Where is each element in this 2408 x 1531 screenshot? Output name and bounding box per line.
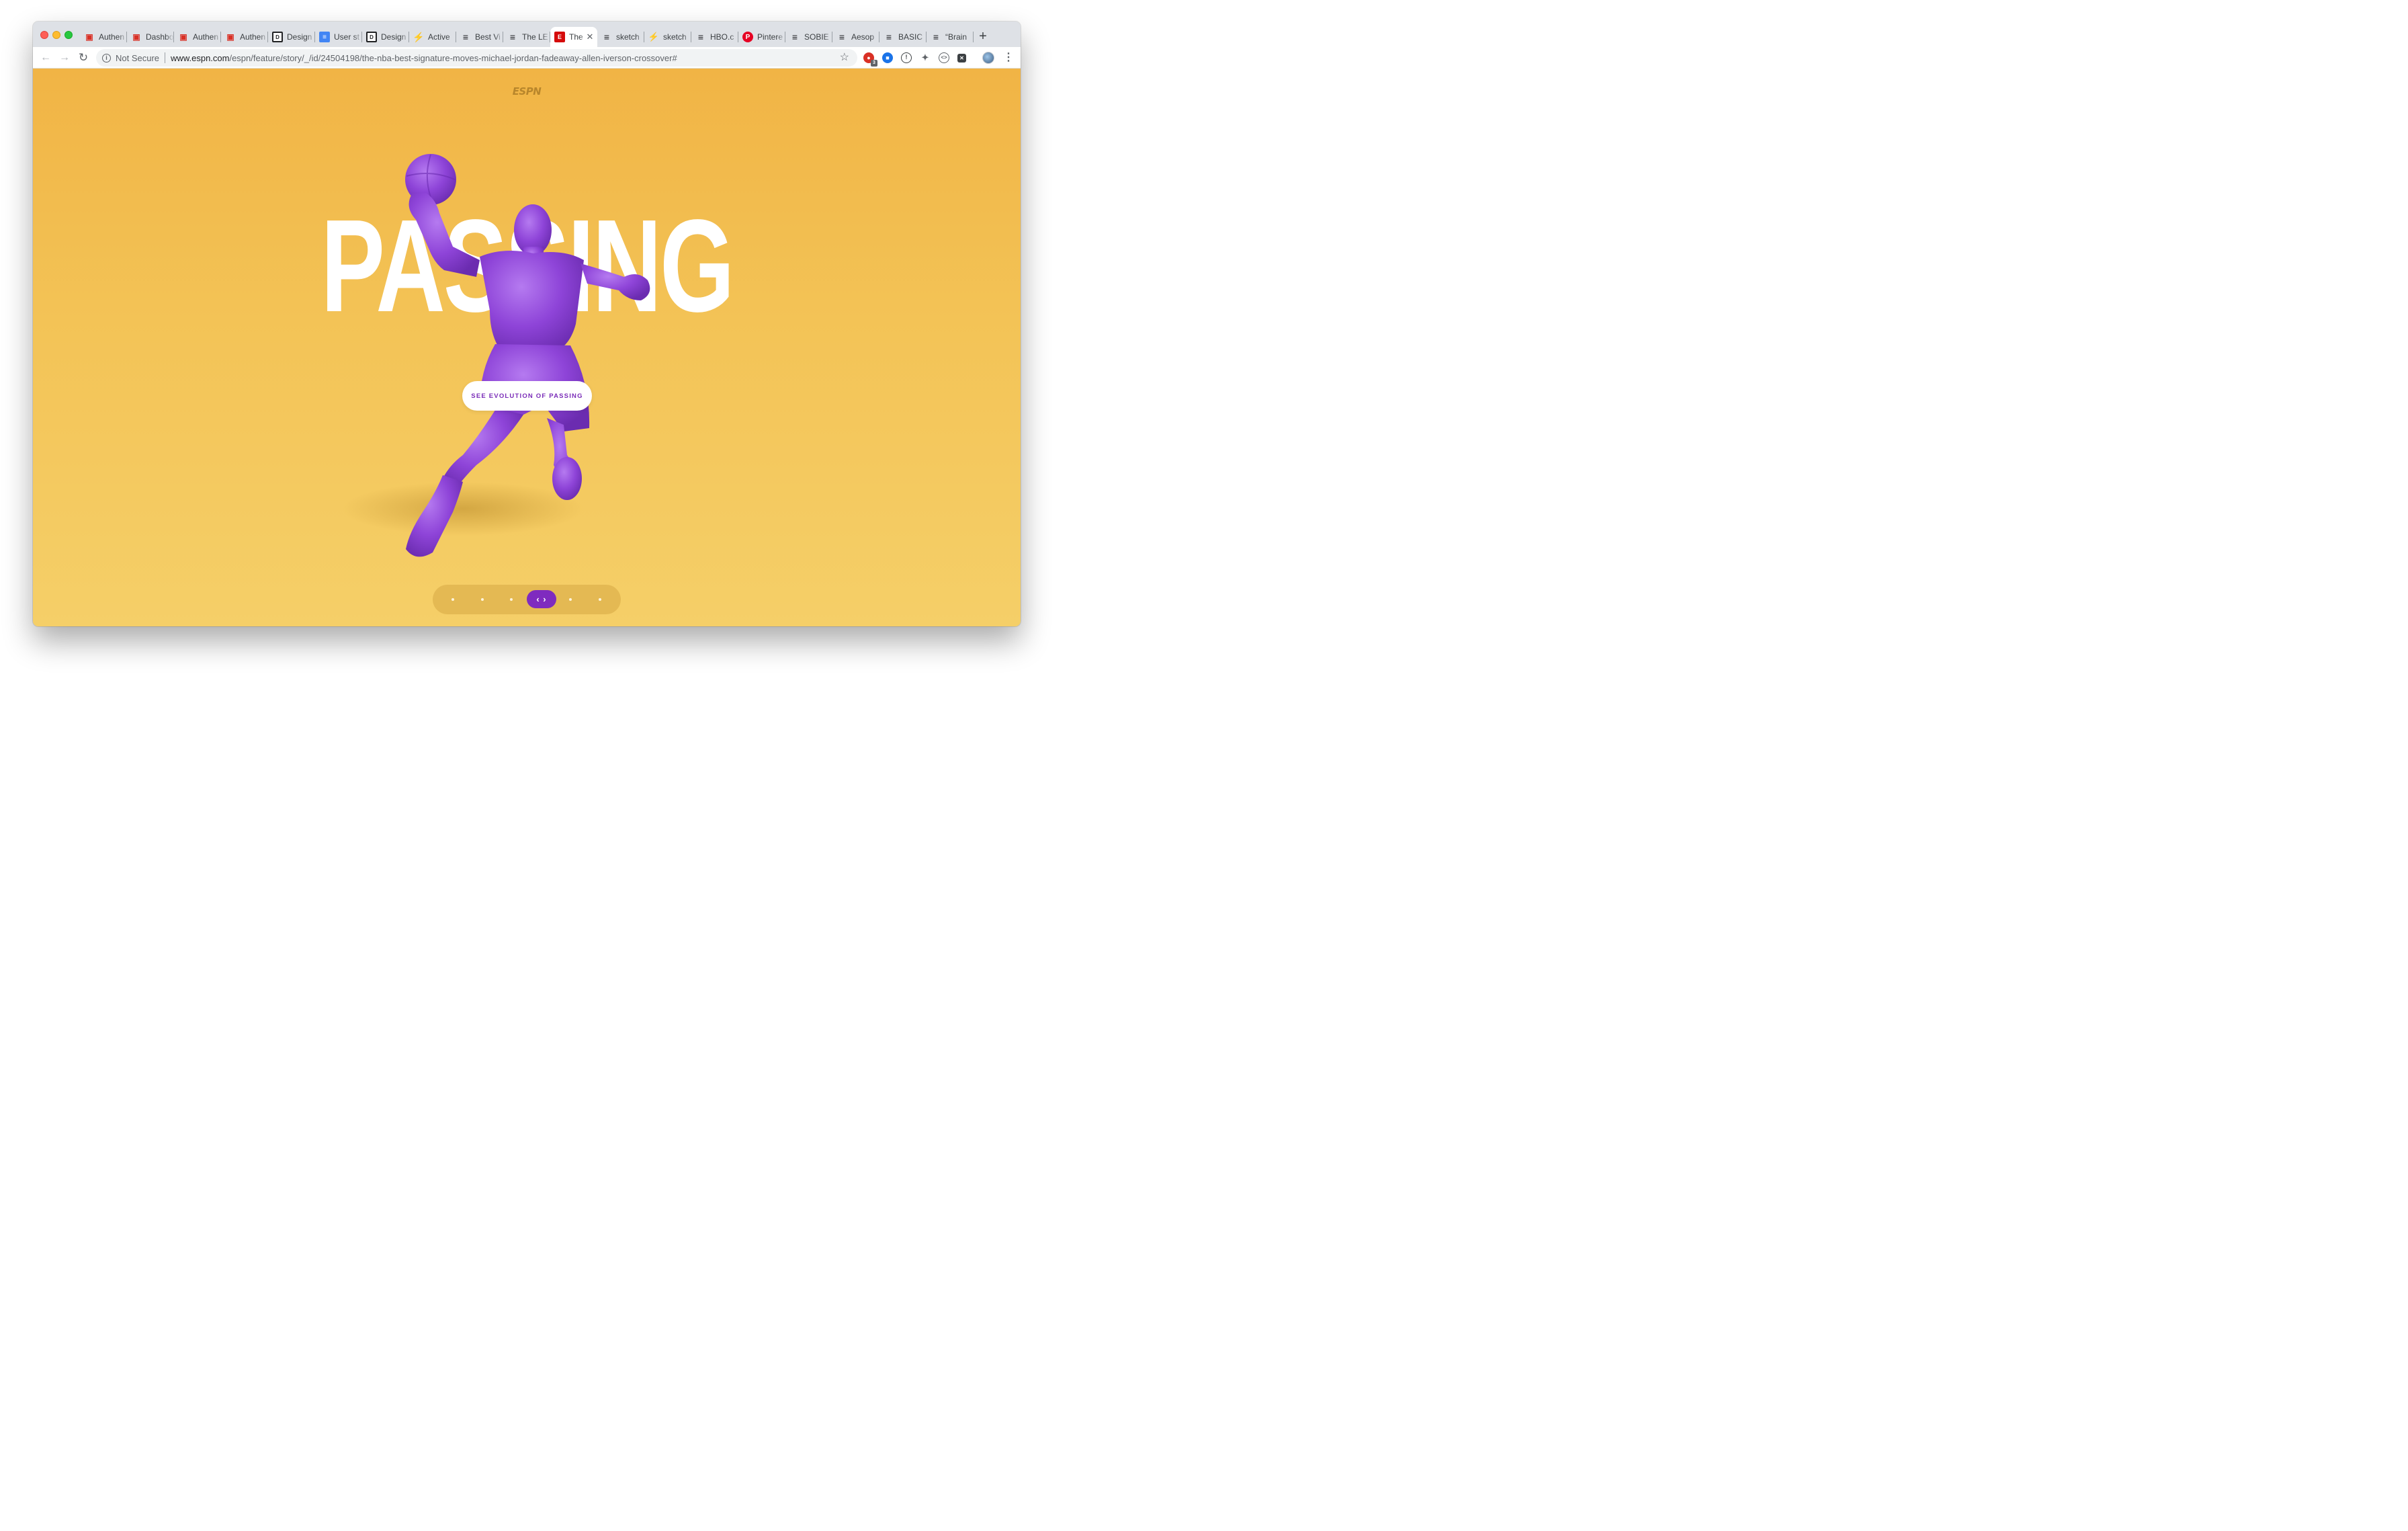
url-path: /espn/feature/story/_/id/24504198/the-nb… <box>229 52 677 63</box>
tab-label: Authen <box>240 32 266 42</box>
bus-icon: ▣ <box>132 32 140 42</box>
tab-3[interactable]: ▣ Authen <box>221 27 268 47</box>
stack-icon: ≡ <box>697 32 704 42</box>
address-bar[interactable]: i Not Secure www.espn.com/espn/feature/s… <box>96 49 857 67</box>
tabs: ▣ Authen ▣ Dashbo ▣ Authen ▣ Authen D Design ≡ User… <box>80 27 974 47</box>
pager-dot-5[interactable] <box>569 598 572 601</box>
docs-icon: ≡ <box>319 32 330 42</box>
tab-label: Best Vi <box>475 32 501 42</box>
close-tab-icon[interactable]: ✕ <box>585 32 595 42</box>
pager-dot-6[interactable] <box>599 598 601 601</box>
pager-dot-3[interactable] <box>510 598 513 601</box>
stack-icon: ≡ <box>603 32 610 42</box>
tab-label: SOBIE <box>804 32 829 42</box>
tab-12[interactable]: ⚡ sketch <box>644 27 691 47</box>
reload-button[interactable]: ↻ <box>76 50 91 65</box>
url-host: www.espn.com <box>171 52 230 63</box>
tab-label: Design <box>287 32 312 42</box>
eyedropper-icon[interactable]: ✦ <box>920 52 931 63</box>
tab-18[interactable]: ≡ “Brain <box>927 27 974 47</box>
browser-window: ▣ Authen ▣ Dashbo ▣ Authen ▣ Authen D Design ≡ User… <box>33 22 1021 626</box>
page-content: ESPN PASSING <box>33 69 1021 626</box>
extension-red-icon[interactable]: ● 3 <box>863 52 877 67</box>
slide-pager: ‹ › <box>433 585 621 614</box>
tab-2[interactable]: ▣ Authen <box>174 27 221 47</box>
stack-icon: ≡ <box>886 32 892 42</box>
back-button[interactable]: ← <box>38 50 53 65</box>
extension-password-icon[interactable]: ! <box>901 52 912 63</box>
design-icon: D <box>366 32 377 42</box>
tab-0[interactable]: ▣ Authen <box>80 27 127 47</box>
tab-8[interactable]: ≡ Best Vi <box>456 27 503 47</box>
tab-label: The LE <box>522 32 548 42</box>
tab-label: sketch <box>616 32 640 42</box>
tab-label: Design <box>381 32 406 42</box>
tab-label: User st <box>334 32 360 42</box>
stack-icon: ≡ <box>933 32 939 42</box>
floor-shadow <box>342 482 584 536</box>
browser-menu-icon[interactable]: ⋮ <box>1003 50 1014 65</box>
tab-label: sketch <box>663 32 687 42</box>
active-icon: ⚡ <box>413 31 425 42</box>
new-tab-button[interactable]: + <box>976 30 990 44</box>
close-window-button[interactable] <box>40 31 48 39</box>
tab-label: Active <box>428 32 450 42</box>
bus-icon: ▣ <box>179 32 187 42</box>
extension-code-icon[interactable]: <> <box>939 52 949 63</box>
tab-1[interactable]: ▣ Dashbo <box>127 27 174 47</box>
tab-label: Aesop <box>851 32 875 42</box>
bookmark-star-icon[interactable]: ☆ <box>840 50 849 64</box>
minimize-window-button[interactable] <box>52 31 60 39</box>
profile-avatar[interactable] <box>982 52 994 64</box>
tab-4[interactable]: D Design <box>268 27 315 47</box>
tab-14[interactable]: P Pintere <box>738 27 785 47</box>
tab-label: Authen <box>99 32 125 42</box>
toolbar: ← → ↻ i Not Secure www.espn.com/espn/fea… <box>33 47 1021 69</box>
espn-icon: E <box>554 32 565 42</box>
stack-icon: ≡ <box>462 32 469 42</box>
pinterest-icon: P <box>742 32 753 42</box>
tab-label: The <box>569 32 583 42</box>
extension-badge: 3 <box>871 60 877 67</box>
tab-11[interactable]: ≡ sketch <box>597 27 644 47</box>
stack-icon: ≡ <box>509 32 516 42</box>
tab-label: Pintere <box>757 32 783 42</box>
pager-dot-1[interactable] <box>452 598 454 601</box>
sketch-icon: ⚡ <box>648 32 660 42</box>
tab-label: Authen <box>193 32 219 42</box>
design-icon: D <box>272 32 283 42</box>
tab-6[interactable]: D Design <box>362 27 409 47</box>
tab-label: BASIC <box>898 32 923 42</box>
tab-17[interactable]: ≡ BASIC <box>879 27 927 47</box>
maximize-window-button[interactable] <box>64 31 73 39</box>
extension-blue-icon[interactable]: ■ <box>882 52 893 63</box>
tab-9[interactable]: ≡ The LE <box>503 27 550 47</box>
info-icon[interactable]: i <box>102 53 111 63</box>
tab-label: HBO.c <box>710 32 734 42</box>
tab-15[interactable]: ≡ SOBIE <box>785 27 832 47</box>
pager-dot-2[interactable] <box>481 598 484 601</box>
forward-button[interactable]: → <box>57 50 72 65</box>
tab-strip: ▣ Authen ▣ Dashbo ▣ Authen ▣ Authen D Design ≡ User… <box>33 22 1021 47</box>
extension-x-icon[interactable]: ✕ <box>957 54 966 63</box>
bus-icon: ▣ <box>85 32 93 42</box>
security-label: Not Secure <box>116 52 160 63</box>
stack-icon: ≡ <box>791 32 798 42</box>
stack-icon: ≡ <box>838 32 845 42</box>
tab-5[interactable]: ≡ User st <box>315 27 362 47</box>
tab-16[interactable]: ≡ Aesop <box>832 27 879 47</box>
tab-7[interactable]: ⚡ Active <box>409 27 456 47</box>
pager-active-slide[interactable]: ‹ › <box>527 590 556 608</box>
bus-icon: ▣ <box>226 32 234 42</box>
tab-label: Dashbo <box>146 32 174 42</box>
player-figure <box>342 154 650 557</box>
see-evolution-button[interactable]: SEE EVOLUTION OF PASSING <box>462 381 592 411</box>
tab-label: “Brain <box>945 32 968 42</box>
tab-13[interactable]: ≡ HBO.c <box>691 27 738 47</box>
tab-10[interactable]: E The ✕ <box>550 27 597 47</box>
